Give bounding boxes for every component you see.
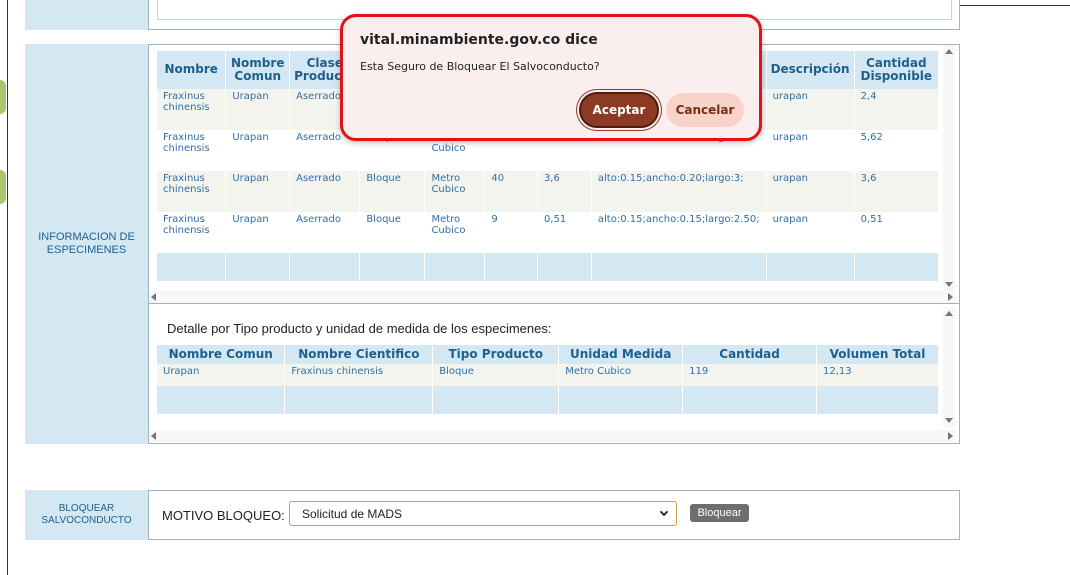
side-decoration	[0, 80, 6, 114]
table-cell: 12,13	[816, 364, 939, 386]
table-cell: Urapan	[225, 89, 291, 130]
motivo-select[interactable]: Solicitud de MADS	[289, 501, 677, 526]
table-cell: urapan	[766, 130, 855, 171]
detalle-grid: Nombre Comun Nombre Cientifico Tipo Produc…	[157, 345, 939, 422]
divider	[149, 303, 959, 304]
table-cell: 9	[484, 212, 538, 253]
column-header[interactable]: Cantidad	[682, 345, 818, 364]
table-cell: Fraxinus chinensis	[157, 212, 227, 253]
table-cell: Bloque	[359, 212, 426, 253]
column-header[interactable]: Nombre Cientifico	[284, 345, 434, 364]
bloquear-button[interactable]: Bloquear	[690, 504, 749, 522]
column-header[interactable]: Nombre Comun	[225, 51, 291, 89]
empty-row	[157, 386, 939, 414]
cancel-button[interactable]: Cancelar	[666, 93, 744, 127]
side-decoration	[0, 170, 6, 204]
detalle-title: Detalle por Tipo producto y unidad de me…	[167, 321, 552, 336]
table-cell: 3,6	[854, 171, 939, 212]
table-cell: urapan	[766, 212, 855, 253]
column-header[interactable]: Unidad Medida	[558, 345, 684, 364]
empty-row	[157, 253, 939, 281]
chevron-down-icon	[659, 507, 669, 517]
table-row[interactable]: Fraxinus chinensisUrapanAserradoBloqueMe…	[157, 212, 939, 253]
accept-button[interactable]: Aceptar	[579, 92, 659, 128]
column-header[interactable]: Cantidad Disponible	[854, 51, 939, 89]
column-header[interactable]: Nombre	[157, 51, 227, 89]
dialog-title: vital.minambiente.gov.co dice	[360, 32, 598, 48]
scroll-left-icon[interactable]	[151, 432, 156, 440]
motivo-select-value: Solicitud de MADS	[302, 507, 403, 521]
table-cell: Urapan	[225, 130, 291, 171]
section-label-cell	[25, 0, 148, 30]
bloquear-label: BLOQUEAR SALVOCONDUCTO	[25, 490, 148, 540]
scroll-down-icon[interactable]	[945, 282, 953, 287]
table-cell: 5,62	[854, 130, 939, 171]
table-cell: Metro Cubico	[558, 364, 684, 386]
scroll-right-icon[interactable]	[948, 432, 953, 440]
table-cell: Metro Cubico	[424, 212, 486, 253]
table-cell: 119	[682, 364, 818, 386]
table-cell: 0,51	[537, 212, 592, 253]
especimenes-label: INFORMACION DE ESPECIMENES	[25, 44, 148, 444]
table-cell: Fraxinus chinensis	[157, 171, 227, 212]
table-cell: 3,6	[537, 171, 592, 212]
table-cell: 40	[484, 171, 538, 212]
column-header[interactable]: Tipo Producto	[432, 345, 560, 364]
table-cell: Urapan	[225, 212, 291, 253]
scroll-right-icon[interactable]	[948, 293, 953, 301]
table-cell: Aserrado	[289, 212, 361, 253]
table-cell: Bloque	[359, 171, 426, 212]
especimenes-horizontal-scrollbar[interactable]	[149, 291, 955, 303]
table-cell: Urapan	[225, 171, 291, 212]
table-cell: Aserrado	[289, 171, 361, 212]
table-cell: alto:0.15;ancho:0.20;largo:3;	[591, 171, 767, 212]
table-header-row: Nombre Comun Nombre Cientifico Tipo Produc…	[157, 345, 939, 364]
column-header[interactable]: Volumen Total	[816, 345, 939, 364]
motivo-label: MOTIVO BLOQUEO:	[162, 508, 285, 523]
scroll-up-icon[interactable]	[945, 311, 953, 316]
confirm-dialog: vital.minambiente.gov.co dice Esta Segur…	[340, 14, 762, 141]
table-cell: 2,4	[854, 89, 939, 130]
detalle-horizontal-scrollbar[interactable]	[149, 430, 955, 442]
table-row[interactable]: Urapan Fraxinus chinensis Bloque Metro Cubi…	[157, 364, 939, 386]
scroll-left-icon[interactable]	[151, 293, 156, 301]
table-cell: alto:0.15;ancho:0.15;largo:2.50;	[591, 212, 767, 253]
column-header[interactable]: Nombre Comun	[157, 345, 286, 364]
table-cell: urapan	[766, 171, 855, 212]
table-cell: 0,51	[854, 212, 939, 253]
table-cell: Fraxinus chinensis	[284, 364, 434, 386]
especimenes-vertical-scrollbar[interactable]	[943, 45, 955, 291]
dialog-message: Esta Seguro de Bloquear El Salvoconducto…	[360, 60, 600, 73]
column-header[interactable]: Descripción	[766, 51, 855, 89]
table-cell: Fraxinus chinensis	[157, 89, 227, 130]
table-cell: Metro Cubico	[424, 171, 486, 212]
table-cell: Fraxinus chinensis	[157, 130, 227, 171]
scroll-up-icon[interactable]	[945, 49, 953, 54]
table-cell: Urapan	[157, 364, 286, 386]
detalle-vertical-scrollbar[interactable]	[943, 307, 955, 427]
bloquear-content: MOTIVO BLOQUEO: Solicitud de MADS Bloque…	[148, 490, 960, 540]
scroll-down-icon[interactable]	[945, 418, 953, 423]
table-cell: Bloque	[432, 364, 560, 386]
top-divider	[960, 5, 1070, 6]
table-row[interactable]: Fraxinus chinensisUrapanAserradoBloqueMe…	[157, 171, 939, 212]
table-cell: urapan	[766, 89, 855, 130]
